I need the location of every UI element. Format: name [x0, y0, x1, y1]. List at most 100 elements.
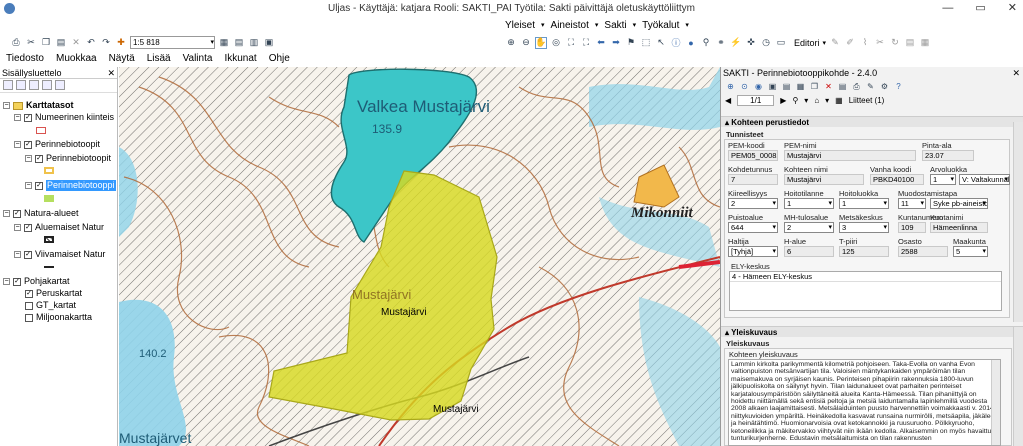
prev-record-icon[interactable]: ◀: [725, 96, 731, 105]
pem-nimi-field[interactable]: Mustajärvi: [784, 150, 916, 161]
custom-menu-aineistot[interactable]: Aineistot: [551, 20, 589, 31]
layer-checkbox[interactable]: ✓: [24, 250, 32, 259]
print-icon[interactable]: ⎙: [10, 37, 22, 49]
toc-layer-miljoona[interactable]: Miljoonakartta: [25, 312, 92, 323]
catalog-icon[interactable]: ▥: [248, 37, 260, 49]
toc-layer-pohjakartat[interactable]: − ✓ Pohjakartat: [3, 276, 70, 287]
attachments-icon[interactable]: ▦: [835, 96, 843, 105]
report-icon[interactable]: ▤: [837, 81, 848, 92]
map-canvas[interactable]: Valkea Mustajärvi 135.9 Mustajärvi Musta…: [119, 67, 720, 446]
layer-checkbox[interactable]: ✓: [35, 154, 43, 163]
toc-layer-viivamaiset[interactable]: − ✓ Viivamaiset Natur: [14, 249, 105, 260]
options-icon[interactable]: [55, 80, 65, 90]
collapse-icon[interactable]: −: [14, 251, 21, 258]
select-icon[interactable]: ↖: [655, 37, 667, 49]
reshape-icon[interactable]: ⌇: [859, 37, 871, 49]
attributes-icon[interactable]: ▤: [904, 37, 916, 49]
list-by-visibility-icon[interactable]: [29, 80, 39, 90]
toc-root[interactable]: − Karttatasot: [3, 100, 74, 111]
maakunta-select[interactable]: 5: [953, 246, 988, 257]
delete-feature-icon[interactable]: ✕: [823, 81, 834, 92]
info-icon[interactable]: ⓘ: [670, 37, 682, 49]
menu-ohje[interactable]: Ohje: [269, 51, 290, 67]
search-window-icon[interactable]: ▣: [263, 37, 275, 49]
kohdetunnus-field[interactable]: 7: [728, 174, 778, 185]
layer-checkbox[interactable]: ✓: [13, 209, 21, 218]
layer-checkbox[interactable]: ✓: [13, 277, 21, 286]
sketch-icon[interactable]: ✐: [844, 37, 856, 49]
scale-select[interactable]: 1:5 818 ▾: [130, 36, 215, 49]
print-report-icon[interactable]: ⎙: [851, 81, 862, 92]
panel-scrollbar-lower[interactable]: [1013, 327, 1023, 446]
custom-menu-yleiset[interactable]: Yleiset: [505, 20, 535, 31]
collapse-icon[interactable]: −: [14, 224, 21, 231]
home-icon[interactable]: ⌂: [814, 96, 819, 105]
pan-icon[interactable]: ✋: [535, 36, 547, 49]
flash-icon[interactable]: ◉: [753, 81, 764, 92]
pem-koodi-field[interactable]: PEM05_00082: [728, 150, 778, 161]
menu-ikkunat[interactable]: Ikkunat: [224, 51, 256, 67]
home-dropdown-icon[interactable]: ▾: [825, 96, 829, 105]
add-data-icon[interactable]: ✚: [115, 37, 127, 49]
section-collapse-icon[interactable]: ▴: [725, 118, 729, 127]
menu-nayta[interactable]: Näytä: [109, 51, 135, 67]
panel-scrollbar-upper[interactable]: [1013, 122, 1023, 322]
ely-list[interactable]: 4 - Hämeen ELY-keskus: [729, 271, 1002, 311]
collapse-icon[interactable]: −: [25, 155, 32, 162]
full-extent-icon[interactable]: ◎: [550, 37, 562, 49]
cut-icon[interactable]: ✂: [25, 37, 37, 49]
filter-dropdown-icon[interactable]: ▾: [804, 96, 808, 105]
toc-layer-natura[interactable]: − ✓ Natura-alueet: [3, 208, 79, 219]
edit-icon[interactable]: ✎: [865, 81, 876, 92]
split-icon[interactable]: ✂: [874, 37, 886, 49]
toc-layer-perinnebiotoopit-sub[interactable]: − ✓ Perinnebiotoopit: [25, 153, 111, 164]
arvoluokka-name-select[interactable]: V: Valtakunnallinen: [959, 174, 1010, 185]
collapse-icon[interactable]: −: [3, 210, 10, 217]
panel-close-icon[interactable]: ✕: [1012, 67, 1020, 80]
select-feature-icon[interactable]: ▣: [767, 81, 778, 92]
table-icon[interactable]: ▤: [233, 37, 245, 49]
close-icon[interactable]: ✕: [1008, 0, 1017, 17]
delete-icon[interactable]: ✕: [70, 37, 82, 49]
toc-layer-gt[interactable]: GT_kartat: [25, 300, 76, 311]
pinta-ala-field[interactable]: 23.07: [922, 150, 974, 161]
layer-checkbox[interactable]: [25, 301, 33, 310]
rotate-icon[interactable]: ↻: [889, 37, 901, 49]
collapse-icon[interactable]: −: [3, 102, 10, 109]
hoitotilanne-select[interactable]: 1: [784, 198, 834, 209]
sketch-props-icon[interactable]: ▦: [919, 37, 931, 49]
paste-icon[interactable]: ▤: [55, 37, 67, 49]
help-icon[interactable]: ▭: [775, 37, 787, 49]
select-features-icon[interactable]: ⬚: [640, 37, 652, 49]
editori-menu[interactable]: Editori: [794, 38, 820, 48]
layer-checkbox[interactable]: [25, 313, 33, 322]
yleiskuvaus-textarea[interactable]: Lammin kirkolta parikymmentä kilometriä …: [728, 359, 1001, 446]
puistoalue-select[interactable]: 644: [728, 222, 778, 233]
time-slider-icon[interactable]: ◷: [760, 37, 772, 49]
find-icon[interactable]: ⚭: [715, 37, 727, 49]
kohteen-nimi-field[interactable]: Mustajärvi: [784, 174, 864, 185]
custom-menu-tyokalut[interactable]: Työkalut: [642, 20, 679, 31]
save-icon[interactable]: ▤: [781, 81, 792, 92]
map-view[interactable]: Valkea Mustajärvi 135.9 Mustajärvi Musta…: [119, 67, 720, 446]
hoitoluokka-select[interactable]: 1: [839, 198, 889, 209]
edit-tool-icon[interactable]: ✎: [829, 37, 841, 49]
menu-tiedosto[interactable]: Tiedosto: [6, 51, 44, 67]
hyperlink-icon[interactable]: ⚡: [730, 37, 742, 49]
custom-menu-sakti[interactable]: Sakti: [604, 20, 626, 31]
osasto-field[interactable]: 2588: [898, 246, 948, 257]
liitteet-link[interactable]: Liitteet (1): [849, 96, 885, 105]
forward-icon[interactable]: ➡: [610, 37, 622, 49]
h-alue-field[interactable]: 6: [784, 246, 834, 257]
t-piiri-field[interactable]: 125: [839, 246, 889, 257]
muodostamistapa-name-select[interactable]: Syke pb-aineisto k: [930, 198, 988, 209]
copy-icon[interactable]: ❐: [40, 37, 52, 49]
settings-icon[interactable]: ⚙: [879, 81, 890, 92]
list-by-selection-icon[interactable]: [42, 80, 52, 90]
filter-icon[interactable]: ⚲: [792, 96, 798, 105]
layer-checkbox[interactable]: ✓: [25, 289, 33, 298]
toc-close-icon[interactable]: ✕: [107, 67, 115, 79]
layer-checkbox[interactable]: ✓: [24, 223, 32, 232]
metsakeskus-select[interactable]: 3: [839, 222, 889, 233]
mh-tulosalue-select[interactable]: 2: [784, 222, 834, 233]
